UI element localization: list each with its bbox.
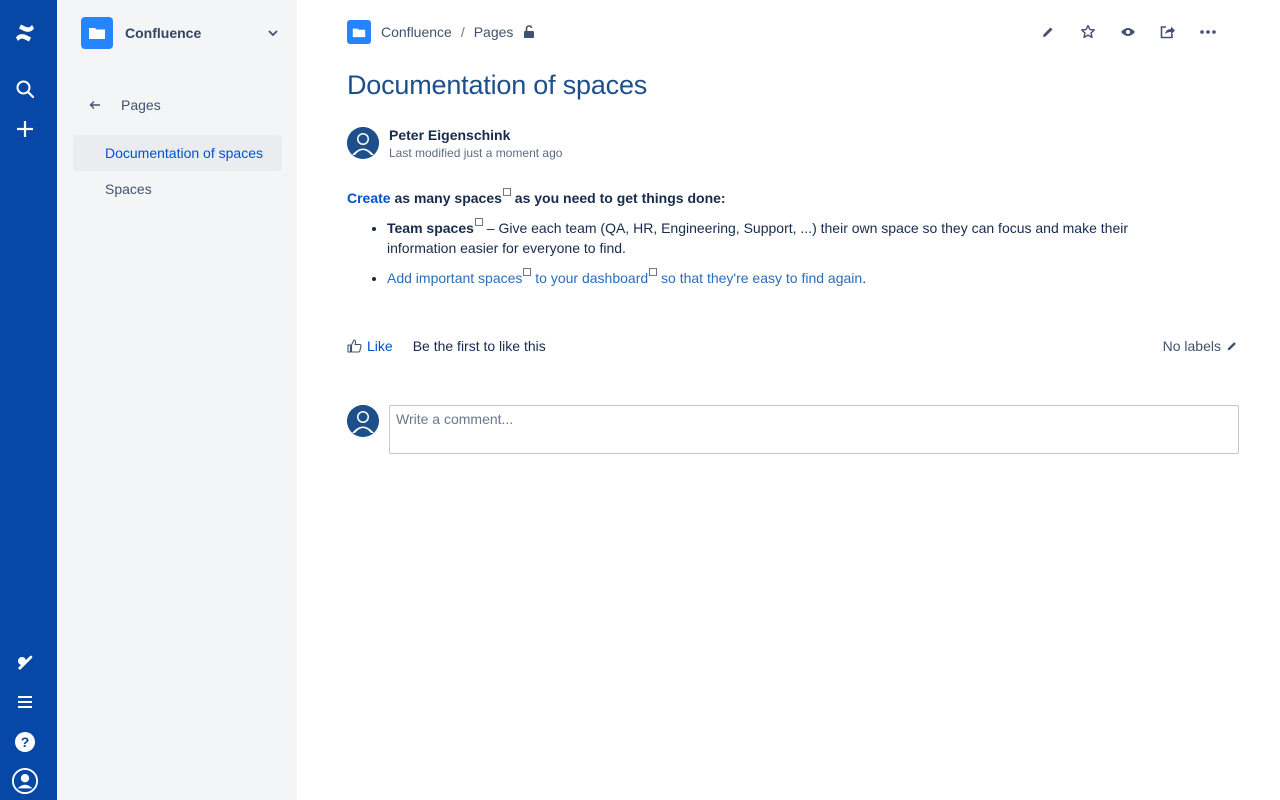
confluence-logo-icon[interactable] xyxy=(12,20,38,46)
author-avatar[interactable] xyxy=(347,127,379,159)
create-link[interactable]: Create xyxy=(347,190,391,206)
breadcrumb-separator: / xyxy=(460,24,465,40)
unlock-icon[interactable] xyxy=(523,25,535,39)
bullet1-text: – Give each team (QA, HR, Engineering, S… xyxy=(387,220,1129,256)
help-icon[interactable]: ? xyxy=(12,729,38,755)
add-important-spaces-link[interactable]: Add important spaces xyxy=(387,270,522,286)
current-user-avatar xyxy=(347,405,379,437)
space-name: Confluence xyxy=(125,25,202,41)
global-nav: ? xyxy=(0,0,57,800)
page-title: Documentation of spaces xyxy=(347,70,648,100)
labels: No labels xyxy=(1163,338,1238,354)
breadcrumb: Confluence / Pages xyxy=(347,20,535,44)
bullet2-end: . xyxy=(862,270,867,286)
edit-labels-icon[interactable] xyxy=(1226,340,1238,352)
labels-text: No labels xyxy=(1162,338,1221,354)
intro-text-end: as you need to get things done: xyxy=(510,190,726,206)
folder-icon xyxy=(89,28,105,39)
edit-icon[interactable] xyxy=(1036,20,1060,44)
folder-icon xyxy=(352,28,366,37)
list-item: Add important spaces to your dashboard s… xyxy=(387,268,1197,288)
last-modified[interactable]: Last modified just a moment ago xyxy=(389,146,562,160)
watch-icon[interactable] xyxy=(1116,20,1140,44)
back-to-pages[interactable]: Pages xyxy=(89,95,161,115)
author-name[interactable]: Peter Eigenschink xyxy=(389,127,562,143)
space-switcher[interactable]: Confluence xyxy=(81,17,281,49)
sidebar-item-documentation-of-spaces[interactable]: Documentation of spaces xyxy=(73,135,282,171)
intro-text-mid: as many spaces xyxy=(390,190,502,206)
create-icon[interactable] xyxy=(12,116,38,142)
search-icon[interactable] xyxy=(12,76,38,102)
star-icon[interactable] xyxy=(1076,20,1100,44)
external-link-icon xyxy=(649,268,658,277)
intro-paragraph: Create as many spaces as you need to get… xyxy=(347,188,1197,208)
arrow-left-icon xyxy=(89,101,100,109)
like-label: Like xyxy=(367,338,393,354)
comment-box xyxy=(347,405,1239,454)
team-spaces-link[interactable]: Team spaces xyxy=(387,220,474,236)
chevron-down-icon[interactable] xyxy=(265,25,281,41)
list-item: Team spaces – Give each team (QA, HR, En… xyxy=(387,218,1197,258)
like-button[interactable]: Like xyxy=(347,338,393,354)
back-label: Pages xyxy=(121,97,161,113)
space-avatar-small[interactable] xyxy=(347,20,371,44)
page-body: Create as many spaces as you need to get… xyxy=(347,188,1197,298)
sidebar-item-spaces[interactable]: Spaces xyxy=(73,171,282,207)
share-icon[interactable] xyxy=(1156,20,1180,44)
easy-to-find-link[interactable]: so that they're easy to find again xyxy=(657,270,862,286)
likes-bar: Like Be the first to like this xyxy=(347,338,546,354)
external-link-icon xyxy=(474,218,483,227)
sidebar: Confluence Pages Documentation of spaces… xyxy=(57,0,297,800)
breadcrumb-space[interactable]: Confluence xyxy=(381,24,452,40)
main-content: Confluence / Pages Documentation of spac… xyxy=(297,0,1280,800)
dashboard-link[interactable]: to your dashboard xyxy=(531,270,648,286)
external-link-icon xyxy=(523,268,532,277)
external-link-icon xyxy=(502,188,511,197)
bullet-list: Team spaces – Give each team (QA, HR, En… xyxy=(347,218,1197,288)
profile-icon[interactable] xyxy=(12,768,38,794)
page-toolbar xyxy=(1020,20,1220,44)
breadcrumb-pages[interactable]: Pages xyxy=(474,24,514,40)
space-avatar xyxy=(81,17,113,49)
likes-summary: Be the first to like this xyxy=(412,338,546,354)
more-icon[interactable] xyxy=(1196,20,1220,44)
menu-icon[interactable] xyxy=(12,689,38,715)
notifications-icon[interactable] xyxy=(12,649,38,675)
byline: Peter Eigenschink Last modified just a m… xyxy=(347,127,562,160)
thumbs-up-icon xyxy=(347,339,362,353)
svg-text:?: ? xyxy=(21,734,30,750)
comment-input[interactable] xyxy=(389,405,1239,454)
